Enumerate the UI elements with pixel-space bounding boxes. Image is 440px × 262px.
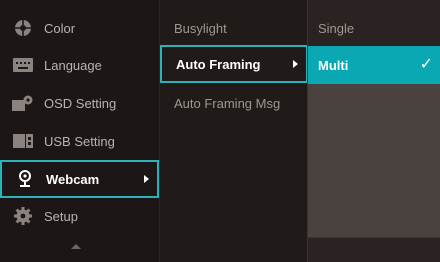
option-item-label: Multi	[318, 57, 349, 73]
main-menu-item-label: OSD Setting	[44, 95, 117, 111]
main-menu-item-label: USB Setting	[44, 133, 115, 149]
usb-device-icon	[12, 132, 34, 150]
sub-menu-item-label: Auto Framing	[176, 56, 261, 72]
main-menu-item-webcam[interactable]: Webcam	[0, 160, 159, 198]
main-menu: Color Language OSD Setting USB Setting W…	[0, 0, 159, 262]
option-item-multi[interactable]: Multi ✓	[308, 46, 440, 84]
osd-menu: Color Language OSD Setting USB Setting W…	[0, 0, 440, 262]
main-menu-item-osd-setting[interactable]: OSD Setting	[0, 84, 159, 122]
osd-gear-icon	[12, 94, 34, 112]
sub-menu-item-auto-framing-msg[interactable]: Auto Framing Msg	[160, 84, 308, 122]
main-menu-item-language[interactable]: Language	[0, 46, 159, 84]
sub-menu-item-auto-framing[interactable]: Auto Framing	[160, 45, 308, 83]
option-item-label: Single	[318, 20, 355, 36]
main-menu-item-color[interactable]: Color	[0, 9, 159, 47]
sub-menu-item-label: Auto Framing Msg	[174, 95, 281, 111]
options-menu: Single Multi ✓	[307, 0, 440, 262]
main-menu-item-usb-setting[interactable]: USB Setting	[0, 122, 159, 160]
main-menu-item-setup[interactable]: Setup	[0, 197, 159, 235]
option-item-single[interactable]: Single	[308, 9, 440, 47]
main-menu-item-label: Language	[44, 57, 102, 73]
submenu-arrow-icon	[293, 60, 298, 68]
sub-menu-item-busylight[interactable]: Busylight	[160, 9, 308, 47]
checkmark-icon: ✓	[419, 56, 433, 73]
main-menu-item-label: Webcam	[46, 171, 100, 187]
main-menu-item-label: Setup	[44, 208, 78, 224]
sub-menu: Busylight Auto Framing Auto Framing Msg	[159, 0, 308, 262]
setup-gear-icon	[12, 207, 34, 225]
keyboard-icon	[12, 56, 34, 74]
options-panel-background	[308, 84, 440, 238]
webcam-icon	[14, 170, 36, 188]
main-menu-item-label: Color	[44, 20, 76, 36]
options-panel-footer	[308, 237, 440, 262]
sub-menu-item-label: Busylight	[174, 20, 227, 36]
scroll-up-icon[interactable]	[71, 244, 81, 249]
color-wheel-icon	[12, 19, 34, 37]
submenu-arrow-icon	[144, 175, 149, 183]
